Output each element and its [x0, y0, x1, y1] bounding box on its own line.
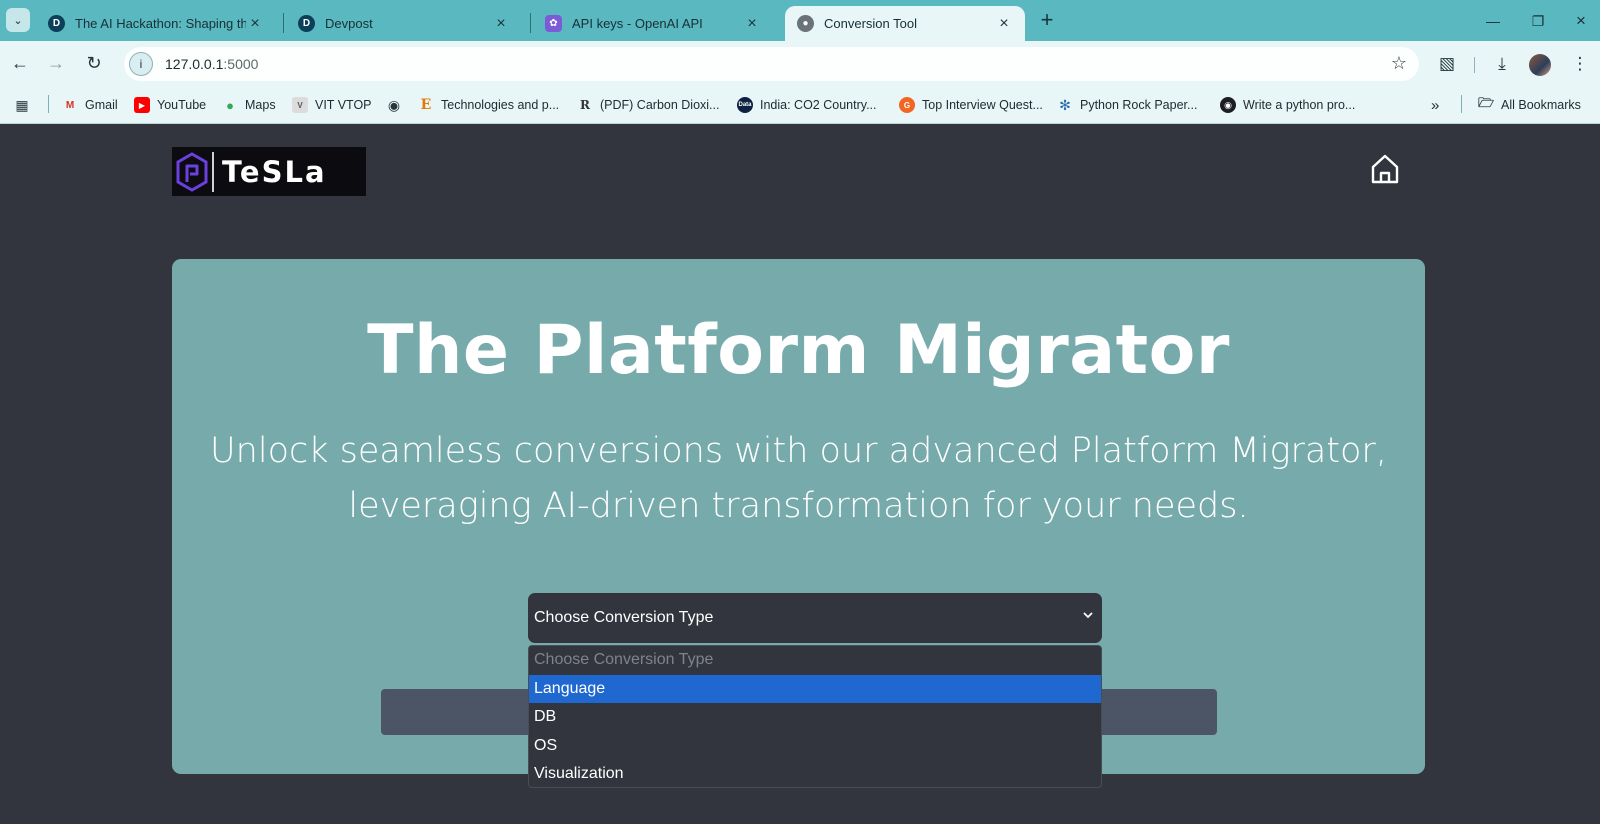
browser-toolbar: ← → ↻ i 127.0.0.1:5000 ☆ ▧ ⤓ ⋮ — [0, 41, 1600, 86]
tesla-logo[interactable]: TeSLa — [172, 147, 366, 196]
bookmarks-divider — [1461, 95, 1462, 113]
youtube-icon: ▶ — [134, 97, 150, 113]
bookmark-label: Top Interview Quest... — [922, 98, 1043, 112]
minimize-button[interactable]: — — [1470, 8, 1516, 34]
new-tab-button[interactable]: + — [1034, 8, 1060, 34]
bookmark-star-icon[interactable]: ☆ — [1391, 53, 1407, 74]
home-icon[interactable] — [1369, 153, 1401, 185]
url-host: 127.0.0.1 — [165, 56, 224, 72]
menu-kebab-icon[interactable]: ⋮ — [1568, 53, 1592, 77]
bookmark-label: VIT VTOP — [315, 98, 372, 112]
python-icon: ✻ — [1059, 96, 1071, 113]
globe-icon: ● — [797, 15, 814, 32]
bookmark-gmail[interactable]: M Gmail — [62, 95, 118, 115]
close-icon[interactable]: × — [492, 15, 510, 33]
select-value: Choose Conversion Type — [534, 609, 714, 626]
tab-conversion-tool[interactable]: ● Conversion Tool × — [785, 6, 1025, 41]
tab-title: The AI Hackathon: Shaping the — [75, 16, 246, 31]
vit-logo-icon: V — [292, 97, 308, 113]
devpost-icon: D — [298, 15, 315, 32]
tab-title: Devpost — [325, 16, 373, 31]
grid-icon: ▦ — [15, 96, 29, 113]
close-icon[interactable]: × — [246, 15, 264, 33]
tab-strip: ⌄ D The AI Hackathon: Shaping the × D De… — [0, 0, 1600, 41]
chevron-down-icon — [1083, 612, 1093, 619]
option-language[interactable]: Language — [529, 674, 1101, 703]
logo-hexagon-icon — [172, 147, 212, 196]
gmail-icon: M — [65, 99, 75, 111]
bookmark-label: (PDF) Carbon Dioxi... — [600, 98, 720, 112]
conversion-type-dropdown: Choose Conversion Type Language DB OS Vi… — [528, 645, 1102, 788]
all-bookmarks[interactable]: 🗁 All Bookmarks — [1478, 95, 1581, 115]
geeks-icon: G — [899, 97, 915, 113]
apps-grid-icon[interactable]: ▦ — [14, 95, 37, 115]
logo-divider — [212, 151, 214, 192]
researchgate-icon: R — [580, 98, 590, 112]
data-icon: Data — [737, 97, 753, 113]
option-db[interactable]: DB — [529, 703, 1101, 732]
bookmark-github-python[interactable]: ◉ Write a python pro... — [1220, 95, 1355, 115]
option-placeholder: Choose Conversion Type — [534, 651, 714, 668]
tab-divider — [283, 13, 284, 33]
folder-icon: 🗁 — [1477, 95, 1495, 110]
maps-pin-icon: ● — [226, 97, 234, 113]
page-title: The Platform Migrator — [367, 311, 1230, 390]
bookmark-globe[interactable]: ◉ — [386, 95, 409, 115]
github-icon: ◉ — [1220, 97, 1236, 113]
page-subtitle: Unlock seamless conversions with our adv… — [210, 431, 1387, 526]
bookmark-maps[interactable]: ● Maps — [222, 95, 276, 115]
download-icon[interactable]: ⤓ — [1490, 53, 1514, 77]
bookmark-label: Python Rock Paper... — [1080, 98, 1198, 112]
option-visualization[interactable]: Visualization — [529, 760, 1101, 787]
option-os[interactable]: OS — [529, 732, 1101, 761]
bookmark-top-interview[interactable]: G Top Interview Quest... — [899, 95, 1043, 115]
toolbar-divider — [1474, 57, 1475, 73]
bookmark-vit-vtop[interactable]: V VIT VTOP — [292, 95, 372, 115]
tab-title: API keys - OpenAI API — [572, 16, 703, 31]
restore-button[interactable]: ❐ — [1515, 8, 1561, 34]
globe-icon: ◉ — [387, 96, 401, 113]
reload-button[interactable]: ↻ — [82, 52, 106, 76]
bookmark-carbon-dioxide-pdf[interactable]: R (PDF) Carbon Dioxi... — [577, 95, 719, 115]
bookmark-label: Write a python pro... — [1243, 98, 1356, 112]
tab-devpost[interactable]: D Devpost × — [286, 6, 522, 41]
bookmark-technologies[interactable]: E Technologies and p... — [418, 95, 559, 115]
tab-title: Conversion Tool — [824, 16, 917, 31]
url-text: 127.0.0.1:5000 — [165, 56, 258, 72]
all-bookmarks-label: All Bookmarks — [1501, 98, 1581, 112]
tab-openai-api-keys[interactable]: ✿ API keys - OpenAI API × — [533, 6, 773, 41]
tab-divider — [530, 13, 531, 33]
close-icon[interactable]: × — [743, 15, 761, 33]
edureka-icon: E — [420, 97, 432, 113]
bookmark-label: Technologies and p... — [441, 98, 560, 112]
url-port: :5000 — [223, 56, 259, 72]
profile-avatar[interactable] — [1529, 54, 1551, 76]
bookmark-label: India: CO2 Country... — [760, 98, 877, 112]
close-window-button[interactable]: × — [1558, 8, 1600, 34]
forward-button[interactable]: → — [44, 52, 68, 76]
bookmarks-bar: ▦ M Gmail ▶ YouTube ● Maps V VIT VTOP ◉ E Tec… — [0, 86, 1600, 124]
bookmark-india-co2[interactable]: Data India: CO2 Country... — [737, 95, 877, 115]
more-bookmarks-icon[interactable]: » — [1431, 95, 1439, 115]
conversion-type-select[interactable]: Choose Conversion Type — [528, 593, 1102, 643]
back-button[interactable]: ← — [8, 52, 32, 76]
bookmark-label: Gmail — [85, 98, 118, 112]
bookmark-label: YouTube — [157, 98, 207, 112]
tab-ai-hackathon[interactable]: D The AI Hackathon: Shaping the × — [36, 6, 276, 41]
openai-icon: ✿ — [545, 15, 562, 32]
site-info-icon[interactable]: i — [129, 52, 153, 76]
bookmarks-divider — [48, 95, 49, 113]
address-bar[interactable]: i 127.0.0.1:5000 ☆ — [124, 47, 1419, 81]
extensions-icon[interactable]: ▧ — [1435, 53, 1459, 77]
bookmark-python-rock-paper[interactable]: ✻ Python Rock Paper... — [1057, 95, 1197, 115]
bookmark-label: Maps — [245, 98, 276, 112]
logo-text: TeSLa — [222, 154, 327, 189]
bookmark-youtube[interactable]: ▶ YouTube — [134, 95, 206, 115]
devpost-icon: D — [48, 15, 65, 32]
tab-search-chevron-icon[interactable]: ⌄ — [6, 8, 30, 32]
close-icon[interactable]: × — [995, 15, 1013, 33]
